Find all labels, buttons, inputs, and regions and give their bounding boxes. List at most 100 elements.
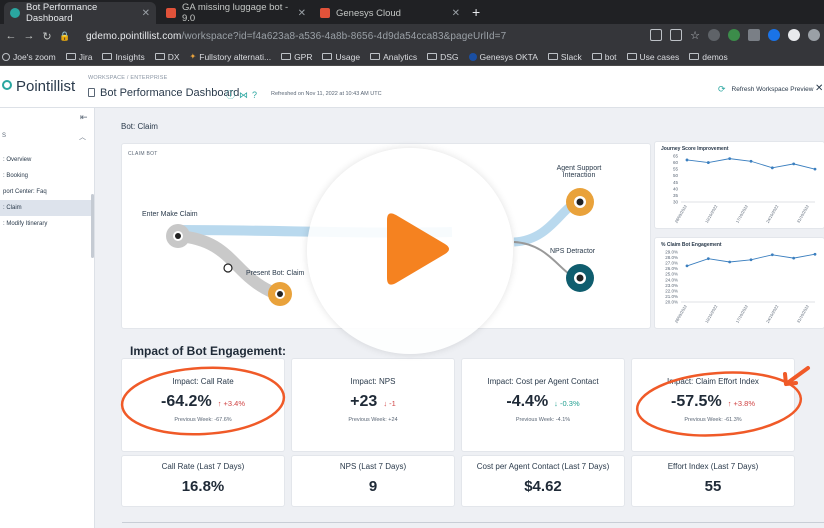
sidebar-scrollbar[interactable] bbox=[91, 194, 94, 258]
bot-engagement-chart: % Claim Bot Engagement 29.0% 28.0% 27.0% 26… bbox=[655, 238, 824, 328]
extension-icon[interactable] bbox=[728, 29, 740, 41]
stat-card-effort-index[interactable]: Effort Index (Last 7 Days) 55 bbox=[632, 456, 794, 506]
y-tick-label: 28.0% bbox=[665, 255, 678, 260]
bookmark-analytics[interactable]: Analytics bbox=[370, 52, 417, 62]
bookmark-gpr[interactable]: GPR bbox=[281, 52, 312, 62]
sidebar-item-support-faq[interactable]: port Center: Faq bbox=[0, 184, 92, 200]
kpi-title: Impact: Claim Effort Index bbox=[667, 377, 759, 386]
bookmark-usage[interactable]: Usage bbox=[322, 52, 360, 62]
bookmark-demos[interactable]: demos bbox=[689, 52, 728, 62]
fullstory-icon: ✦ bbox=[189, 52, 197, 61]
refresh-workspace-button[interactable]: ⟳ Refresh Workspace Preview bbox=[718, 84, 813, 95]
sidebar-heading[interactable]: S ︿ bbox=[2, 133, 88, 141]
data-point bbox=[770, 166, 774, 170]
address-bar-row: ← → ↻ 🔒 gdemo.pointillist.com/workspace?… bbox=[0, 24, 824, 48]
stat-value: 55 bbox=[704, 478, 722, 495]
bookmark-fullstory[interactable]: ✦ Fullstory alternati... bbox=[190, 52, 272, 62]
folder-icon bbox=[427, 53, 438, 60]
tab-bot-performance[interactable]: Bot Performance Dashboard ✕ bbox=[4, 2, 156, 24]
bookmark-slack[interactable]: Slack bbox=[547, 52, 582, 62]
sidebar-item-claim[interactable]: : Claim bbox=[0, 200, 92, 216]
tab-genesys-cloud[interactable]: Genesys Cloud ✕ bbox=[314, 2, 466, 24]
stat-value: $4.62 bbox=[524, 478, 562, 495]
stat-title: Cost per Agent Contact (Last 7 Days) bbox=[476, 462, 610, 471]
reload-icon[interactable]: ↻ bbox=[40, 30, 54, 43]
x-tick-label: 10/10/2022 bbox=[704, 203, 719, 224]
sidebar-item-booking[interactable]: : Booking bbox=[0, 168, 92, 184]
extension-icon[interactable] bbox=[768, 29, 780, 41]
tab-ga-missing-luggage[interactable]: GA missing luggage bot - 9.0 ✕ bbox=[160, 2, 312, 24]
forward-icon[interactable]: → bbox=[22, 30, 36, 42]
bookmark-use-cases[interactable]: Use cases bbox=[626, 52, 679, 62]
title-actions: ⓘ⋈? bbox=[226, 88, 261, 101]
stat-title: NPS (Last 7 Days) bbox=[339, 462, 407, 471]
y-tick-label: 29.0% bbox=[665, 250, 678, 255]
kpi-delta: ↑ +3.8% bbox=[727, 399, 756, 408]
back-icon[interactable]: ← bbox=[4, 30, 18, 42]
extension-icon[interactable] bbox=[788, 29, 800, 41]
folder-icon bbox=[65, 53, 76, 60]
bookmark-dsg[interactable]: DSG bbox=[427, 52, 459, 62]
kpi-value: +23 bbox=[350, 393, 378, 410]
pointillist-logo[interactable]: Pointillist bbox=[16, 78, 75, 95]
stat-card-cost-per-contact[interactable]: Cost per Agent Contact (Last 7 Days) $4.… bbox=[462, 456, 624, 506]
share-icon[interactable]: ⋈ bbox=[239, 90, 252, 100]
tab-title: Bot Performance Dashboard bbox=[26, 2, 98, 24]
new-tab-button[interactable]: + bbox=[472, 4, 480, 20]
browser-toolbar-icons: ☆ bbox=[650, 29, 820, 42]
bookmark-genesys-okta[interactable]: Genesys OKTA bbox=[468, 52, 538, 62]
bookmark-insights[interactable]: Insights bbox=[102, 52, 145, 62]
profile-avatar[interactable] bbox=[808, 29, 820, 41]
kpi-card-call-rate[interactable]: Impact: Call Rate -64.2% ↑ +3.4% Previous… bbox=[122, 359, 284, 451]
kpi-value: -4.4% bbox=[506, 393, 549, 410]
stat-title: Effort Index (Last 7 Days) bbox=[667, 462, 759, 471]
close-tab-icon[interactable]: ✕ bbox=[298, 8, 306, 19]
close-tab-icon[interactable]: ✕ bbox=[142, 8, 150, 19]
node-label-nps-detractor: NPS Detractor bbox=[550, 248, 596, 255]
bookmark-joes-zoom[interactable]: Joe's zoom bbox=[2, 52, 56, 62]
folder-icon bbox=[322, 53, 333, 60]
folder-icon bbox=[626, 53, 637, 60]
kpi-card-claim-effort[interactable]: Impact: Claim Effort Index -57.5% ↑ +3.8%… bbox=[632, 359, 794, 451]
bookmark-jira[interactable]: Jira bbox=[65, 52, 92, 62]
browser-tab-bar: Bot Performance Dashboard ✕ GA missing l… bbox=[0, 0, 824, 24]
stat-card-call-rate[interactable]: Call Rate (Last 7 Days) 16.8% bbox=[122, 456, 284, 506]
kpi-title: Impact: Call Rate bbox=[172, 377, 234, 386]
y-tick-label: 21.0% bbox=[665, 294, 678, 299]
data-point bbox=[685, 158, 689, 162]
kpi-card-nps[interactable]: Impact: NPS +23 ↓ -1 Previous Week: +24 bbox=[292, 359, 454, 451]
url-host: gdemo.pointillist.com bbox=[86, 30, 182, 42]
search-icon[interactable] bbox=[650, 29, 663, 41]
journey-score-chart: Journey Score Improvement 65 60 55 50 45 40 35… bbox=[655, 142, 824, 228]
video-play-button[interactable] bbox=[307, 148, 513, 354]
bookmark-dx[interactable]: DX bbox=[154, 52, 180, 62]
sidebar-item-modify-itinerary[interactable]: : Modify Itinerary bbox=[0, 216, 92, 232]
folder-icon bbox=[281, 53, 292, 60]
share-icon[interactable] bbox=[670, 29, 683, 41]
breadcrumb[interactable]: WORKSPACE / ENTERPRISE bbox=[88, 75, 167, 81]
bookmark-bot[interactable]: bot bbox=[591, 52, 617, 62]
kpi-card-cost-per-contact[interactable]: Impact: Cost per Agent Contact -4.4% ↓ -0… bbox=[462, 359, 624, 451]
help-icon[interactable]: ? bbox=[252, 90, 261, 100]
star-icon[interactable]: ☆ bbox=[690, 29, 700, 42]
sidebar-item-overview[interactable]: : Overview bbox=[0, 152, 92, 168]
extension-icon[interactable] bbox=[748, 29, 760, 41]
collapse-sidebar-icon[interactable]: ⇤ bbox=[80, 112, 88, 123]
y-tick-label: 50 bbox=[673, 173, 679, 178]
info-icon[interactable]: ⓘ bbox=[226, 90, 239, 100]
stat-card-nps[interactable]: NPS (Last 7 Days) 9 bbox=[292, 456, 454, 506]
close-tab-icon[interactable]: ✕ bbox=[452, 8, 460, 19]
pointillist-logo-mark-icon bbox=[2, 80, 12, 90]
play-icon bbox=[387, 213, 449, 285]
extension-icon[interactable] bbox=[708, 29, 720, 41]
kpi-previous: Previous Week: +24 bbox=[348, 417, 398, 423]
url-field[interactable]: gdemo.pointillist.com/workspace?id=f4a62… bbox=[86, 31, 506, 42]
sidebar: ⇤ S ︿ : Overview : Booking port Center: F… bbox=[0, 108, 95, 528]
refresh-icon: ⟳ bbox=[718, 84, 726, 94]
kpi-previous: Previous Week: -61.3% bbox=[684, 417, 742, 423]
y-tick-label: 24.0% bbox=[665, 277, 678, 282]
close-icon[interactable]: ✕ bbox=[815, 83, 823, 94]
y-tick-label: 22.0% bbox=[665, 288, 678, 293]
lock-icon[interactable]: 🔒 bbox=[58, 31, 72, 42]
section-title: Bot: Claim bbox=[121, 122, 158, 131]
